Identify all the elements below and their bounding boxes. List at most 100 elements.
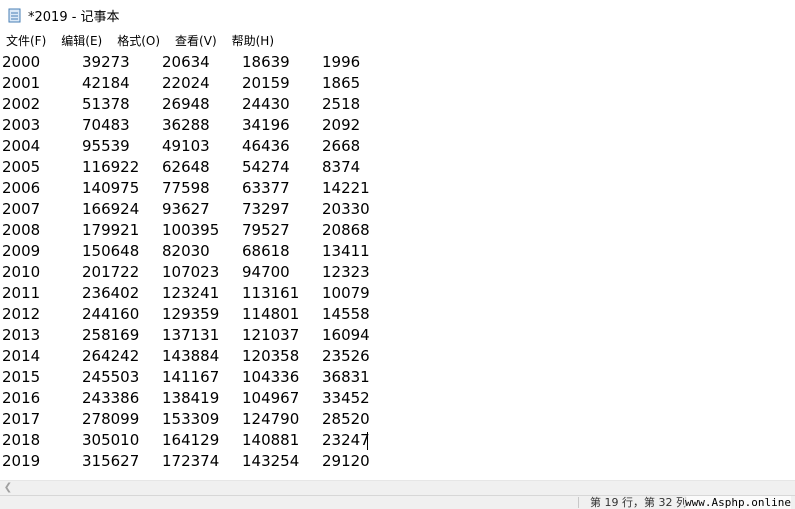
line-value: 153309 <box>162 410 220 428</box>
line-value: 68618 <box>242 242 290 260</box>
line-value: 264242 <box>82 347 140 365</box>
line-value: 140975 <box>82 179 140 197</box>
menu-format[interactable]: 格式(O) <box>111 31 166 51</box>
status-divider <box>578 497 579 508</box>
line-value: 42184 <box>82 74 130 92</box>
line-value: 107023 <box>162 263 220 281</box>
text-line: 2003 70483 36288 34196 2092 <box>2 115 782 136</box>
menu-view[interactable]: 查看(V) <box>169 31 223 51</box>
line-value: 23526 <box>322 347 370 365</box>
line-value: 29120 <box>322 452 370 470</box>
line-value: 79527 <box>242 221 290 239</box>
line-value: 2518 <box>322 95 361 113</box>
text-line: 2002 51378 26948 24430 2518 <box>2 94 782 115</box>
line-value: 129359 <box>162 305 220 323</box>
line-value: 54274 <box>242 158 290 176</box>
line-value: 2000 <box>2 53 41 71</box>
line-value: 26948 <box>162 95 210 113</box>
line-value: 2002 <box>2 95 41 113</box>
text-line: 2010 201722 107023 94700 12323 <box>2 262 782 283</box>
line-value: 10079 <box>322 284 370 302</box>
menu-bar: 文件(F) 编辑(E) 格式(O) 查看(V) 帮助(H) <box>0 31 795 51</box>
line-value: 46436 <box>242 137 290 155</box>
line-value: 166924 <box>82 200 140 218</box>
line-value: 94700 <box>242 263 290 281</box>
line-value: 23247 <box>322 431 370 449</box>
line-value: 2008 <box>2 221 41 239</box>
line-value: 63377 <box>242 179 290 197</box>
line-value: 36831 <box>322 368 370 386</box>
text-line: 2018 305010 164129 140881 23247 <box>2 430 782 451</box>
line-value: 2011 <box>2 284 41 302</box>
line-value: 2003 <box>2 116 41 134</box>
line-value: 20159 <box>242 74 290 92</box>
title-bar: *2019 - 记事本 <box>0 0 795 31</box>
line-value: 2009 <box>2 242 41 260</box>
line-value: 124790 <box>242 410 300 428</box>
line-value: 258169 <box>82 326 140 344</box>
line-value: 236402 <box>82 284 140 302</box>
menu-help[interactable]: 帮助(H) <box>226 31 280 51</box>
text-line: 2014 264242 143884 120358 23526 <box>2 346 782 367</box>
line-value: 123241 <box>162 284 220 302</box>
text-editor-area[interactable]: 2000 39273 20634 18639 1996 2001 42184 22024 201… <box>0 52 795 480</box>
line-value: 82030 <box>162 242 210 260</box>
text-line: 2019 315627 172374 143254 29120 <box>2 451 782 472</box>
line-value: 12323 <box>322 263 370 281</box>
text-line: 2005 116922 62648 54274 8374 <box>2 157 782 178</box>
line-value: 315627 <box>82 452 140 470</box>
line-value: 18639 <box>242 53 290 71</box>
line-value: 113161 <box>242 284 300 302</box>
window-title: *2019 - 记事本 <box>28 10 120 25</box>
line-value: 95539 <box>82 137 130 155</box>
line-value: 2013 <box>2 326 41 344</box>
line-value: 172374 <box>162 452 220 470</box>
line-value: 20330 <box>322 200 370 218</box>
text-line: 2008 179921 100395 79527 20868 <box>2 220 782 241</box>
line-value: 2018 <box>2 431 41 449</box>
line-value: 2004 <box>2 137 41 155</box>
line-value: 2016 <box>2 389 41 407</box>
line-value: 14558 <box>322 305 370 323</box>
line-value: 179921 <box>82 221 140 239</box>
line-value: 116922 <box>82 158 140 176</box>
text-line: 2009 150648 82030 68618 13411 <box>2 241 782 262</box>
line-value: 2006 <box>2 179 41 197</box>
line-value: 1996 <box>322 53 361 71</box>
line-value: 16094 <box>322 326 370 344</box>
line-value: 77598 <box>162 179 210 197</box>
line-value: 36288 <box>162 116 210 134</box>
line-value: 51378 <box>82 95 130 113</box>
line-value: 2019 <box>2 452 41 470</box>
line-value: 1865 <box>322 74 361 92</box>
notepad-icon <box>8 8 22 23</box>
text-line: 2006 140975 77598 63377 14221 <box>2 178 782 199</box>
horizontal-scrollbar[interactable]: ❮ <box>0 480 795 495</box>
line-value: 2007 <box>2 200 41 218</box>
line-value: 2010 <box>2 263 41 281</box>
line-value: 20634 <box>162 53 210 71</box>
menu-edit[interactable]: 编辑(E) <box>55 31 108 51</box>
line-value: 143884 <box>162 347 220 365</box>
line-value: 141167 <box>162 368 220 386</box>
line-value: 34196 <box>242 116 290 134</box>
line-value: 104336 <box>242 368 300 386</box>
line-value: 114801 <box>242 305 300 323</box>
line-value: 70483 <box>82 116 130 134</box>
menu-file[interactable]: 文件(F) <box>0 31 52 51</box>
line-value: 39273 <box>82 53 130 71</box>
line-value: 73297 <box>242 200 290 218</box>
line-value: 62648 <box>162 158 210 176</box>
line-value: 164129 <box>162 431 220 449</box>
line-value: 2092 <box>322 116 361 134</box>
text-line: 2017 278099 153309 124790 28520 <box>2 409 782 430</box>
text-line: 2000 39273 20634 18639 1996 <box>2 52 782 73</box>
scroll-left-arrow-icon[interactable]: ❮ <box>2 482 14 494</box>
line-value: 278099 <box>82 410 140 428</box>
line-value: 8374 <box>322 158 361 176</box>
line-value: 201722 <box>82 263 140 281</box>
line-value: 137131 <box>162 326 220 344</box>
text-line: 2013 258169 137131 121037 16094 <box>2 325 782 346</box>
line-value: 2014 <box>2 347 41 365</box>
text-line: 2004 95539 49103 46436 2668 <box>2 136 782 157</box>
